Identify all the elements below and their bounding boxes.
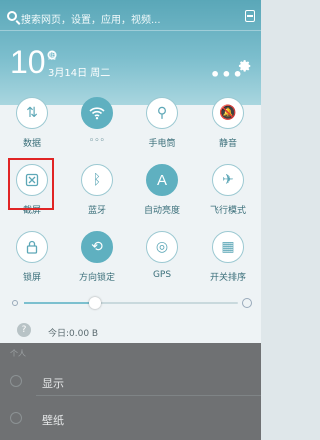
tile-airplane[interactable]: ✈ 飞行模式 [196, 164, 260, 216]
slider-fill [24, 302, 95, 304]
tile-auto-brightness[interactable]: A 自动亮度 [130, 164, 194, 216]
header-area: 搜索网页，设置，应用，视频... 10° 阴 3月14日 周二 ••• [0, 0, 261, 105]
search-bar[interactable]: 搜索网页，设置，应用，视频... [0, 6, 261, 30]
tile-gps[interactable]: ◎ GPS [130, 231, 194, 280]
wallpaper-icon [10, 412, 22, 424]
tile-label: 锁屏 [22, 273, 41, 283]
wifi-icon [81, 97, 113, 129]
list-item-display[interactable]: 显示 [0, 367, 261, 397]
list-item-wallpaper[interactable]: 壁纸 [0, 404, 261, 434]
list-item-label: 显示 [42, 377, 64, 390]
grid-sort-icon: ▦ [212, 231, 244, 263]
display-icon [10, 375, 22, 387]
screenshot-highlight-box [8, 158, 54, 210]
brightness-high-icon [242, 298, 252, 308]
tile-label: 开关排序 [209, 273, 246, 283]
slider-knob[interactable] [88, 297, 101, 309]
gear-icon[interactable] [238, 59, 252, 73]
lock-icon [16, 231, 48, 263]
brightness-low-icon [12, 300, 18, 306]
usage-icon: ? [17, 323, 31, 337]
tile-label: 数据 [22, 139, 41, 149]
data-arrows-icon: ⇅ [16, 97, 48, 129]
tile-lock[interactable]: 锁屏 [0, 231, 64, 283]
list-item-label: 壁纸 [42, 414, 64, 427]
tile-label: ◦◦◦ [89, 136, 105, 146]
settings-list-dimmed: 个人 显示 壁纸 [0, 343, 261, 440]
tile-sort[interactable]: ▦ 开关排序 [196, 231, 260, 283]
tile-label: 方向锁定 [78, 273, 115, 283]
tile-label: GPS [152, 270, 172, 280]
search-input[interactable]: 搜索网页，设置，应用，视频... [21, 11, 161, 26]
search-icon [7, 11, 17, 21]
tile-wifi[interactable]: ◦◦◦ [65, 97, 129, 146]
section-header: 个人 [10, 349, 26, 358]
divider [0, 30, 261, 31]
data-usage-row: ? 今日:0.00 B [0, 318, 261, 343]
brightness-slider[interactable] [12, 297, 252, 309]
tile-label: 自动亮度 [143, 206, 180, 216]
weather-condition: 阴 [48, 52, 56, 61]
tile-label: 静音 [218, 139, 237, 149]
tile-bluetooth[interactable]: ᛒ 蓝牙 [65, 164, 129, 216]
tile-data[interactable]: ⇅ 数据 [0, 97, 64, 149]
flashlight-icon: ⚲ [146, 97, 178, 129]
tile-label: 手电筒 [148, 139, 176, 149]
mute-bell-icon: 🔕 [212, 97, 244, 129]
gps-icon: ◎ [146, 231, 178, 263]
tile-label: 蓝牙 [87, 206, 106, 216]
tile-flashlight[interactable]: ⚲ 手电筒 [130, 97, 194, 149]
scan-icon[interactable] [245, 10, 255, 22]
bluetooth-icon: ᛒ [81, 164, 113, 196]
airplane-icon: ✈ [212, 164, 244, 196]
tile-rotation-lock[interactable]: ⟲ 方向锁定 [65, 231, 129, 283]
auto-brightness-icon: A [146, 164, 178, 196]
usage-text: 今日:0.00 B [48, 329, 99, 339]
rotation-lock-icon: ⟲ [81, 231, 113, 263]
date-text: 3月14日 周二 [48, 68, 111, 79]
tile-label: 飞行模式 [209, 206, 246, 216]
tile-mute[interactable]: 🔕 静音 [196, 97, 260, 149]
divider [36, 395, 261, 396]
